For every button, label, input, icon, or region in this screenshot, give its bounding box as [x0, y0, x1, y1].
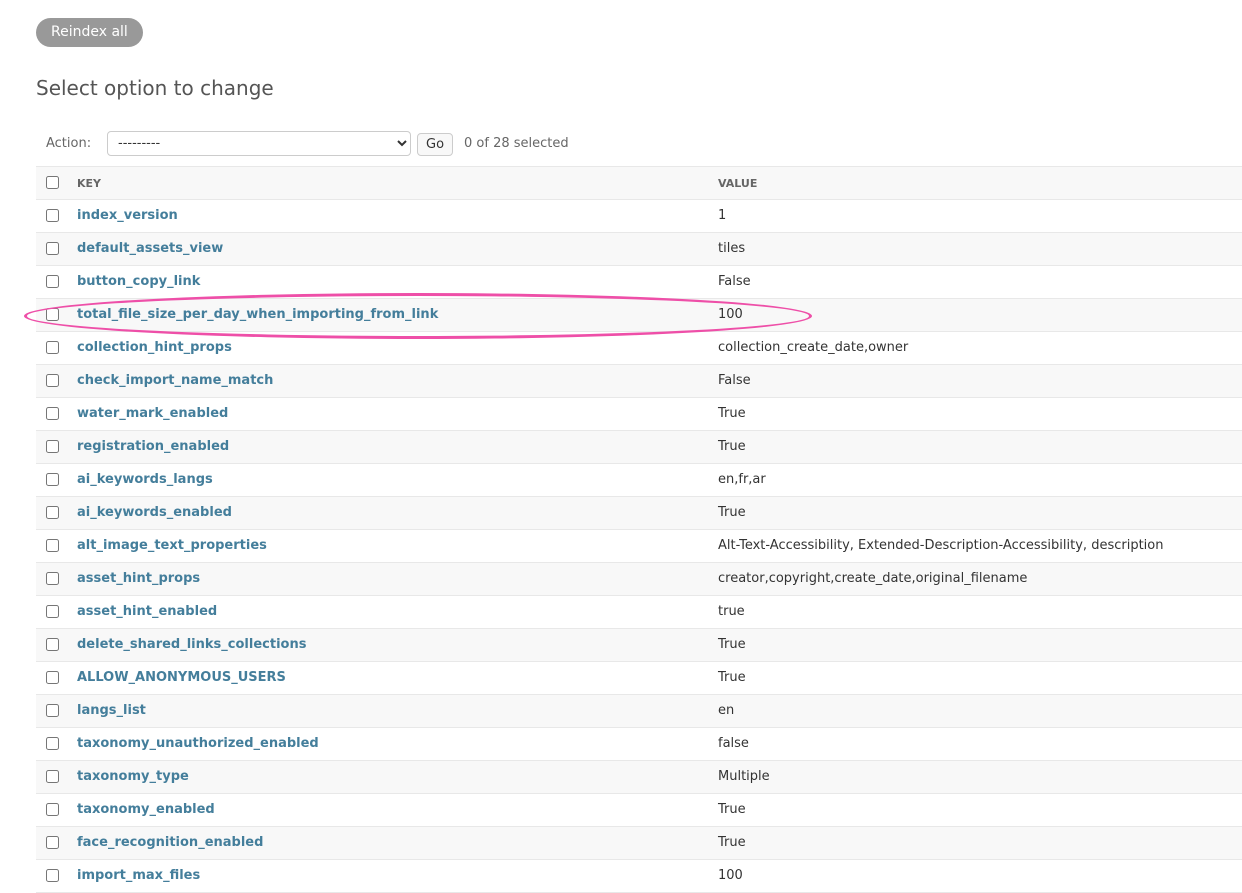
option-key-link[interactable]: registration_enabled: [77, 439, 229, 454]
option-value: Alt-Text-Accessibility, Extended-Descrip…: [718, 538, 1164, 553]
row-checkbox[interactable]: [46, 440, 59, 453]
table-row: collection_hint_props collection_create_d…: [36, 332, 1242, 365]
column-header-value[interactable]: VALUE: [718, 177, 757, 190]
option-key-link[interactable]: asset_hint_enabled: [77, 604, 217, 619]
option-key-link[interactable]: index_version: [77, 208, 178, 223]
option-value: creator,copyright,create_date,original_f…: [718, 571, 1028, 586]
option-key-link[interactable]: import_max_files: [77, 868, 200, 883]
actions-bar: Action: --------- Go 0 of 28 selected: [36, 131, 1242, 157]
option-value: True: [718, 505, 746, 520]
option-key-link[interactable]: taxonomy_unauthorized_enabled: [77, 736, 319, 751]
row-checkbox[interactable]: [46, 836, 59, 849]
option-key-link[interactable]: button_copy_link: [77, 274, 200, 289]
row-checkbox[interactable]: [46, 407, 59, 420]
option-key-link[interactable]: delete_shared_links_collections: [77, 637, 306, 652]
option-value: tiles: [718, 241, 746, 256]
option-value: en: [718, 703, 735, 718]
option-value: True: [718, 802, 746, 817]
row-checkbox[interactable]: [46, 671, 59, 684]
option-value: True: [718, 637, 746, 652]
option-value: true: [718, 604, 745, 619]
table-row: asset_hint_enabled true: [36, 596, 1242, 629]
row-checkbox[interactable]: [46, 737, 59, 750]
action-label: Action:: [46, 136, 92, 151]
table-row: water_mark_enabled True: [36, 398, 1242, 431]
row-checkbox[interactable]: [46, 638, 59, 651]
option-key-link[interactable]: check_import_name_match: [77, 373, 273, 388]
row-checkbox[interactable]: [46, 572, 59, 585]
table-row: default_assets_view tiles: [36, 233, 1242, 266]
table-row: face_recognition_enabled True: [36, 827, 1242, 860]
row-checkbox[interactable]: [46, 209, 59, 222]
option-key-link[interactable]: ai_keywords_langs: [77, 472, 213, 487]
option-value: False: [718, 274, 751, 289]
row-checkbox[interactable]: [46, 539, 59, 552]
table-row: ALLOW_ANONYMOUS_USERS True: [36, 662, 1242, 695]
row-checkbox[interactable]: [46, 605, 59, 618]
option-key-link[interactable]: langs_list: [77, 703, 146, 718]
option-key-link[interactable]: alt_image_text_properties: [77, 538, 267, 553]
row-checkbox[interactable]: [46, 374, 59, 387]
option-value: 100: [718, 307, 743, 322]
option-key-link[interactable]: ALLOW_ANONYMOUS_USERS: [77, 670, 286, 685]
table-row: delete_shared_links_collections True: [36, 629, 1242, 662]
row-checkbox[interactable]: [46, 506, 59, 519]
selection-counter: 0 of 28 selected: [464, 136, 569, 151]
option-value: True: [718, 439, 746, 454]
row-checkbox[interactable]: [46, 275, 59, 288]
option-value: True: [718, 670, 746, 685]
row-checkbox[interactable]: [46, 341, 59, 354]
row-checkbox[interactable]: [46, 869, 59, 882]
column-header-key[interactable]: KEY: [77, 177, 101, 190]
option-key-link[interactable]: asset_hint_props: [77, 571, 200, 586]
option-value: True: [718, 406, 746, 421]
table-row: button_copy_link False: [36, 266, 1242, 299]
option-value: Multiple: [718, 769, 770, 784]
option-key-link[interactable]: ai_keywords_enabled: [77, 505, 232, 520]
option-value: False: [718, 373, 751, 388]
table-row: ai_keywords_enabled True: [36, 497, 1242, 530]
table-row: taxonomy_unauthorized_enabled false: [36, 728, 1242, 761]
table-row: import_max_files 100: [36, 860, 1242, 893]
table-row: ai_keywords_langs en,fr,ar: [36, 464, 1242, 497]
option-key-link[interactable]: face_recognition_enabled: [77, 835, 263, 850]
row-checkbox[interactable]: [46, 704, 59, 717]
table-row: taxonomy_enabled True: [36, 794, 1242, 827]
table-row: asset_hint_props creator,copyright,create…: [36, 563, 1242, 596]
page-title: Select option to change: [36, 76, 274, 100]
table-header: KEY VALUE: [36, 167, 1242, 200]
table-row: registration_enabled True: [36, 431, 1242, 464]
option-key-link[interactable]: default_assets_view: [77, 241, 223, 256]
row-checkbox[interactable]: [46, 308, 59, 321]
option-value: 100: [718, 868, 743, 883]
option-key-link[interactable]: total_file_size_per_day_when_importing_f…: [77, 307, 438, 322]
option-value: en,fr,ar: [718, 472, 766, 487]
option-key-link[interactable]: water_mark_enabled: [77, 406, 228, 421]
options-table: KEY VALUE index_version 1 default_assets_v…: [36, 166, 1242, 893]
option-key-link[interactable]: collection_hint_props: [77, 340, 232, 355]
reindex-all-button[interactable]: Reindex all: [36, 18, 143, 47]
table-row: index_version 1: [36, 200, 1242, 233]
select-all-checkbox[interactable]: [46, 176, 59, 189]
action-select[interactable]: ---------: [107, 131, 411, 156]
row-checkbox[interactable]: [46, 473, 59, 486]
table-row: langs_list en: [36, 695, 1242, 728]
row-checkbox[interactable]: [46, 770, 59, 783]
option-key-link[interactable]: taxonomy_enabled: [77, 802, 215, 817]
table-row: alt_image_text_properties Alt-Text-Access…: [36, 530, 1242, 563]
option-value: 1: [718, 208, 727, 223]
row-checkbox[interactable]: [46, 242, 59, 255]
table-row: taxonomy_type Multiple: [36, 761, 1242, 794]
row-checkbox[interactable]: [46, 803, 59, 816]
option-value: false: [718, 736, 749, 751]
option-key-link[interactable]: taxonomy_type: [77, 769, 189, 784]
option-value: True: [718, 835, 746, 850]
table-row: total_file_size_per_day_when_importing_f…: [36, 299, 1242, 332]
option-value: collection_create_date,owner: [718, 340, 909, 355]
go-button[interactable]: Go: [417, 133, 454, 156]
table-row: check_import_name_match False: [36, 365, 1242, 398]
